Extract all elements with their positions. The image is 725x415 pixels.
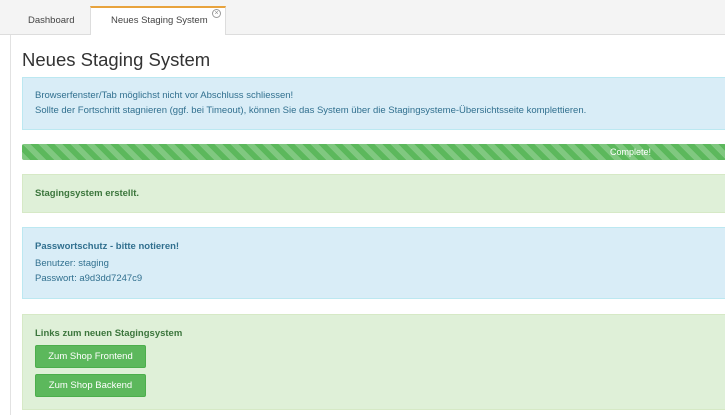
tab-neues-staging-system-label: Neues Staging System — [111, 15, 208, 26]
progress-label: Complete! — [610, 147, 652, 157]
notice-alert: Browserfenster/Tab möglichst nicht vor A… — [22, 77, 725, 130]
notice-line-2: Sollte der Fortschritt stagnieren (ggf. … — [35, 105, 587, 116]
tab-dashboard[interactable]: Dashboard — [12, 6, 90, 35]
password-heading: Passwortschutz - bitte notieren! — [35, 241, 180, 252]
close-tab-icon[interactable]: × — [212, 9, 221, 18]
password-user: Benutzer: staging — [35, 258, 109, 269]
app-frame: Dashboard Neues Staging System × Neues S… — [0, 0, 725, 415]
created-alert: Stagingsystem erstellt. — [22, 174, 725, 213]
shop-backend-button[interactable]: Zum Shop Backend — [35, 374, 146, 397]
password-alert: Passwortschutz - bitte notieren! Benutze… — [22, 227, 725, 299]
links-alert: Links zum neuen Stagingsystem Zum Shop F… — [22, 314, 725, 410]
notice-line-1: Browserfenster/Tab möglichst nicht vor A… — [35, 90, 294, 101]
main-content: Neues Staging System Browserfenster/Tab … — [10, 35, 725, 415]
tab-bar: Dashboard Neues Staging System × — [0, 0, 725, 36]
progress-bar: Complete! — [22, 144, 725, 160]
created-text: Stagingsystem erstellt. — [35, 188, 140, 199]
password-value: Passwort: a9d3dd7247c9 — [35, 273, 143, 284]
tab-neues-staging-system[interactable]: Neues Staging System × — [90, 6, 226, 36]
tab-dashboard-label: Dashboard — [28, 15, 75, 26]
shop-frontend-button[interactable]: Zum Shop Frontend — [35, 345, 146, 368]
links-heading: Links zum neuen Stagingsystem — [35, 328, 183, 339]
page-title: Neues Staging System — [22, 49, 211, 70]
